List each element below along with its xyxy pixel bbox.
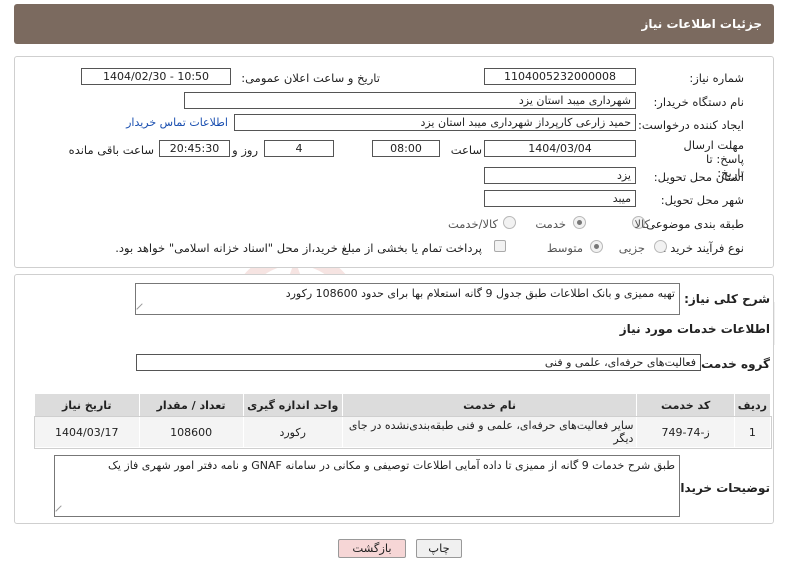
- print-button[interactable]: چاپ: [416, 539, 462, 558]
- process-medium-radio[interactable]: [590, 240, 603, 253]
- col-unit-header: واحد اندازه گیری: [242, 393, 343, 417]
- services-table: ردیف کد خدمت نام خدمت واحد اندازه گیری ت…: [33, 393, 772, 449]
- announce-datetime-field: 1404/02/30 - 10:50: [81, 68, 231, 85]
- col-code-header: کد خدمت: [636, 393, 735, 417]
- need-number-label: شماره نیاز:: [689, 71, 744, 85]
- payment-note: پرداخت تمام یا بخشی از مبلغ خرید،از محل …: [115, 241, 482, 255]
- days-label: روز و: [232, 143, 258, 157]
- deadline-time-field: 08:00: [372, 140, 440, 157]
- buyer-org-label: نام دستگاه خریدار:: [653, 95, 744, 109]
- announce-datetime-label: تاریخ و ساعت اعلان عمومی:: [241, 71, 380, 85]
- page-title: جزئیات اطلاعات نیاز: [641, 17, 762, 31]
- deadline-date-field: 1404/03/04: [484, 140, 636, 157]
- category-goods-service-label: کالا/خدمت: [447, 217, 498, 231]
- cell-row: 1: [733, 416, 772, 448]
- page-header: جزئیات اطلاعات نیاز: [14, 4, 774, 44]
- category-label: طبقه بندی موضوعی:: [642, 217, 744, 231]
- province-field: یزد: [484, 167, 636, 184]
- cell-name: سایر فعالیت‌های حرفه‌ای، علمی و فنی طبقه…: [341, 416, 638, 448]
- remaining-days-field: 4: [264, 140, 334, 157]
- category-service-radio[interactable]: [573, 216, 586, 229]
- cell-code: ز-74-749: [636, 416, 735, 448]
- province-label: استان محل تحویل:: [653, 170, 744, 184]
- cell-date: 1404/03/17: [34, 416, 140, 448]
- need-info-panel: [14, 56, 774, 268]
- treasury-checkbox[interactable]: [494, 240, 506, 252]
- services-info-heading: اطلاعات خدمات مورد نیاز: [619, 322, 770, 336]
- col-name-header: نام خدمت: [341, 393, 638, 417]
- cell-qty: 108600: [138, 416, 244, 448]
- buyer-notes-text: طبق شرح خدمات 9 گانه از ممیزی تا داده آم…: [107, 459, 675, 472]
- general-desc-textarea[interactable]: تهیه ممیزی و بانک اطلاعات طبق جدول 9 گان…: [135, 283, 680, 315]
- remaining-label: ساعت باقی مانده: [68, 143, 154, 157]
- remaining-time-field: 20:45:30: [159, 140, 230, 157]
- process-partial-radio[interactable]: [654, 240, 667, 253]
- requester-field: حمید زارعی کارپرداز شهرداری میبد استان ی…: [234, 114, 636, 131]
- col-row-header: ردیف: [733, 393, 772, 417]
- buyer-notes-label: توضیحات خریدار:: [668, 481, 770, 495]
- process-type-label: نوع فرآیند خرید :: [662, 241, 744, 255]
- col-date-header: تاریخ نیاز: [34, 393, 140, 417]
- city-label: شهر محل تحویل:: [660, 193, 744, 207]
- table-header-row: ردیف کد خدمت نام خدمت واحد اندازه گیری ت…: [34, 393, 772, 417]
- deadline-time-label: ساعت: [450, 143, 482, 157]
- contact-info-link[interactable]: اطلاعات تماس خریدار: [126, 116, 228, 129]
- category-goods-service-radio[interactable]: [503, 216, 516, 229]
- resize-grip-icon[interactable]: [55, 505, 67, 516]
- cell-unit: رکورد: [242, 416, 343, 448]
- city-field: میبد: [484, 190, 636, 207]
- back-button[interactable]: بازگشت: [338, 539, 406, 558]
- process-medium-label: متوسط: [546, 241, 583, 255]
- service-group-field: فعالیت‌های حرفه‌ای، علمی و فنی: [136, 354, 701, 371]
- service-group-label: گروه خدمت:: [696, 357, 770, 371]
- need-number-field: 1104005232000008: [484, 68, 636, 85]
- resize-grip-icon[interactable]: [136, 303, 148, 314]
- process-partial-label: جزیی: [618, 241, 645, 255]
- buyer-org-field: شهرداری میبد استان یزد: [184, 92, 636, 109]
- col-qty-header: تعداد / مقدار: [138, 393, 244, 417]
- general-desc-text: تهیه ممیزی و بانک اطلاعات طبق جدول 9 گان…: [285, 287, 675, 300]
- general-desc-label: شرح کلی نیاز:: [684, 292, 770, 306]
- table-row: 1 ز-74-749 سایر فعالیت‌های حرفه‌ای، علمی…: [33, 415, 772, 449]
- buyer-notes-textarea[interactable]: طبق شرح خدمات 9 گانه از ممیزی تا داده آم…: [54, 455, 680, 517]
- category-goods-label: کالا: [634, 217, 650, 231]
- category-service-label: خدمت: [535, 217, 566, 231]
- requester-label: ایجاد کننده درخواست:: [638, 118, 744, 132]
